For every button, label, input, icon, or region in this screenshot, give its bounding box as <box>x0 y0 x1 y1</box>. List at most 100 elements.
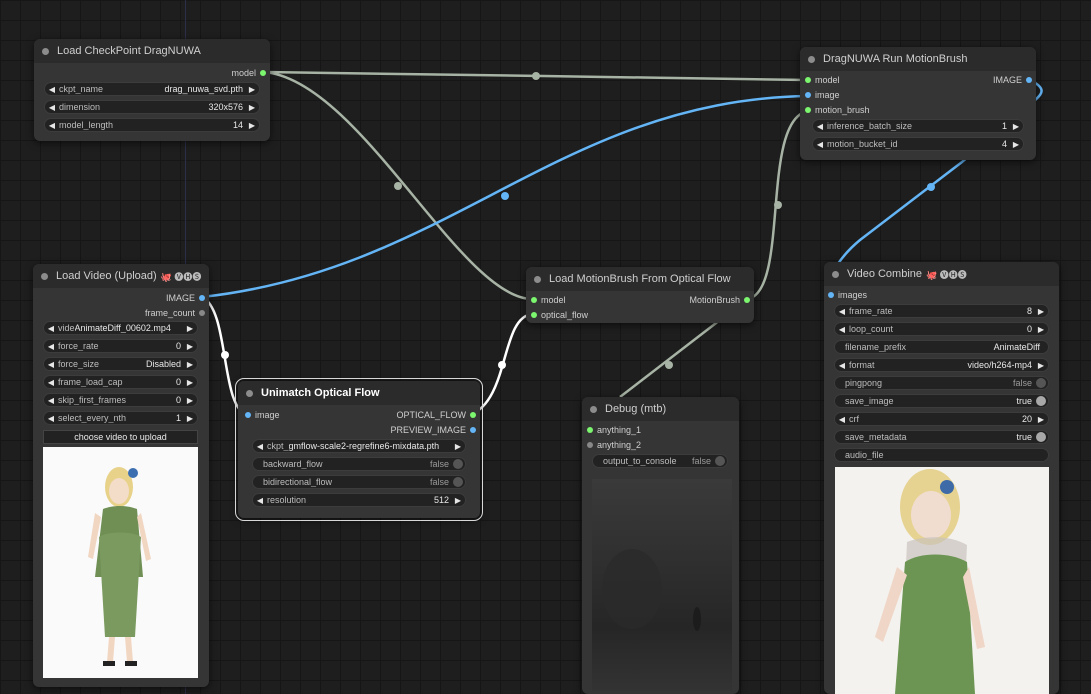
input-port-image[interactable] <box>245 412 251 418</box>
widget-loop-count[interactable]: ◀ loop_count 0 ▶ <box>834 322 1049 336</box>
widget-filename-prefix[interactable]: filename_prefix AnimateDiff <box>834 340 1049 354</box>
output-port-image[interactable] <box>199 295 205 301</box>
arrow-left-icon[interactable]: ◀ <box>45 85 59 94</box>
collapse-dot-icon[interactable] <box>42 47 49 55</box>
unimatch-node[interactable]: Unimatch Optical Flow image OPTICAL_FLOW… <box>235 378 483 521</box>
arrow-right-icon[interactable]: ▶ <box>1034 361 1048 370</box>
input-model[interactable]: model <box>541 293 566 307</box>
arrow-right-icon[interactable]: ▶ <box>245 121 259 130</box>
toggle-output-to-console[interactable]: output_to_console false <box>592 454 728 468</box>
widget-inference-batch-size[interactable]: ◀ inference_batch_size 1 ▶ <box>812 119 1024 133</box>
collapse-dot-icon[interactable] <box>808 55 815 63</box>
output-port-preview-image[interactable] <box>470 427 476 433</box>
input-port-optical-flow[interactable] <box>531 312 537 318</box>
output-port-model[interactable] <box>260 70 266 76</box>
arrow-right-icon[interactable]: ▶ <box>183 324 197 333</box>
arrow-right-icon[interactable]: ▶ <box>1034 415 1048 424</box>
node-header[interactable]: Video Combine 🐙 🅥🅗🅢 <box>824 262 1059 286</box>
output-model[interactable]: model <box>231 66 256 80</box>
arrow-left-icon[interactable]: ◀ <box>44 324 58 333</box>
arrow-left-icon[interactable]: ◀ <box>44 360 58 369</box>
input-image[interactable]: image <box>255 408 280 422</box>
widget-select-every-nth[interactable]: ◀ select_every_nth 1 ▶ <box>43 411 198 425</box>
widget-video[interactable]: ◀ vide AnimateDiff_00602.mp4 ▶ <box>43 321 198 335</box>
widget-crf[interactable]: ◀ crf 20 ▶ <box>834 412 1049 426</box>
node-header[interactable]: Load CheckPoint DragNUWA <box>34 39 270 63</box>
input-port-model[interactable] <box>805 77 811 83</box>
arrow-right-icon[interactable]: ▶ <box>1034 325 1048 334</box>
collapse-dot-icon[interactable] <box>41 272 48 280</box>
input-port-anything-2[interactable] <box>587 442 593 448</box>
input-port-image[interactable] <box>805 92 811 98</box>
arrow-right-icon[interactable]: ▶ <box>1034 307 1048 316</box>
arrow-left-icon[interactable]: ◀ <box>44 396 58 405</box>
arrow-right-icon[interactable]: ▶ <box>451 496 465 505</box>
output-port-image[interactable] <box>1026 77 1032 83</box>
drag-run-node[interactable]: DragNUWA Run MotionBrush model image mot… <box>800 47 1036 160</box>
arrow-right-icon[interactable]: ▶ <box>245 85 259 94</box>
video-combine-node[interactable]: Video Combine 🐙 🅥🅗🅢 images ◀ frame_rate … <box>824 262 1059 694</box>
arrow-right-icon[interactable]: ▶ <box>1009 140 1023 149</box>
output-preview-image[interactable]: PREVIEW_IMAGE <box>390 423 466 437</box>
arrow-left-icon[interactable]: ◀ <box>835 325 849 334</box>
arrow-left-icon[interactable]: ◀ <box>44 414 58 423</box>
widget-audio-file[interactable]: audio_file <box>834 448 1049 462</box>
widget-format[interactable]: ◀ format video/h264-mp4 ▶ <box>834 358 1049 372</box>
widget-ckpt-name[interactable]: ◀ ckpt_name drag_nuwa_svd.pth ▶ <box>44 82 260 96</box>
load-motionbrush-node[interactable]: Load MotionBrush From Optical Flow model… <box>526 267 754 323</box>
output-motionbrush[interactable]: MotionBrush <box>689 293 740 307</box>
collapse-dot-icon[interactable] <box>590 405 597 413</box>
output-optical-flow[interactable]: OPTICAL_FLOW <box>396 408 466 422</box>
arrow-right-icon[interactable]: ▶ <box>183 360 197 369</box>
debug-node[interactable]: Debug (mtb) anything_1 anything_2 output… <box>582 397 739 694</box>
input-model[interactable]: model <box>815 73 840 87</box>
arrow-left-icon[interactable]: ◀ <box>835 361 849 370</box>
toggle-save-image[interactable]: save_image true <box>834 394 1049 408</box>
toggle-knob-icon[interactable] <box>453 477 463 487</box>
input-motion-brush[interactable]: motion_brush <box>815 103 870 117</box>
toggle-backward-flow[interactable]: backward_flow false <box>252 457 466 471</box>
arrow-left-icon[interactable]: ◀ <box>813 140 827 149</box>
input-image[interactable]: image <box>815 88 840 102</box>
collapse-dot-icon[interactable] <box>246 389 253 397</box>
output-port-optical-flow[interactable] <box>470 412 476 418</box>
toggle-pingpong[interactable]: pingpong false <box>834 376 1049 390</box>
input-anything-2[interactable]: anything_2 <box>597 438 641 452</box>
widget-motion-bucket-id[interactable]: ◀ motion_bucket_id 4 ▶ <box>812 137 1024 151</box>
toggle-knob-icon[interactable] <box>1036 396 1046 406</box>
arrow-right-icon[interactable]: ▶ <box>183 342 197 351</box>
output-port-motionbrush[interactable] <box>744 297 750 303</box>
input-port-model[interactable] <box>531 297 537 303</box>
arrow-left-icon[interactable]: ◀ <box>44 342 58 351</box>
widget-resolution[interactable]: ◀ resolution 512 ▶ <box>252 493 466 507</box>
widget-force-rate[interactable]: ◀ force_rate 0 ▶ <box>43 339 198 353</box>
input-images[interactable]: images <box>838 288 867 302</box>
arrow-right-icon[interactable]: ▶ <box>183 396 197 405</box>
load-checkpoint-node[interactable]: Load CheckPoint DragNUWA model ◀ ckpt_na… <box>34 39 270 141</box>
output-port-frame-count[interactable] <box>199 310 205 316</box>
arrow-left-icon[interactable]: ◀ <box>253 496 267 505</box>
toggle-save-metadata[interactable]: save_metadata true <box>834 430 1049 444</box>
node-header[interactable]: Unimatch Optical Flow <box>238 381 480 405</box>
arrow-left-icon[interactable]: ◀ <box>813 122 827 131</box>
arrow-left-icon[interactable]: ◀ <box>44 378 58 387</box>
input-port-images[interactable] <box>828 292 834 298</box>
choose-video-button[interactable]: choose video to upload <box>43 430 198 444</box>
arrow-right-icon[interactable]: ▶ <box>245 103 259 112</box>
input-optical-flow[interactable]: optical_flow <box>541 308 588 322</box>
arrow-right-icon[interactable]: ▶ <box>183 378 197 387</box>
arrow-right-icon[interactable]: ▶ <box>451 442 465 451</box>
collapse-dot-icon[interactable] <box>832 270 839 278</box>
widget-skip-first-frames[interactable]: ◀ skip_first_frames 0 ▶ <box>43 393 198 407</box>
input-anything-1[interactable]: anything_1 <box>597 423 641 437</box>
toggle-knob-icon[interactable] <box>1036 378 1046 388</box>
load-video-node[interactable]: Load Video (Upload) 🐙 🅥🅗🅢 IMAGE frame_co… <box>33 264 209 687</box>
toggle-bidirectional-flow[interactable]: bidirectional_flow false <box>252 475 466 489</box>
arrow-left-icon[interactable]: ◀ <box>45 121 59 130</box>
input-port-motion-brush[interactable] <box>805 107 811 113</box>
widget-model-length[interactable]: ◀ model_length 14 ▶ <box>44 118 260 132</box>
arrow-left-icon[interactable]: ◀ <box>835 415 849 424</box>
widget-force-size[interactable]: ◀ force_size Disabled ▶ <box>43 357 198 371</box>
arrow-right-icon[interactable]: ▶ <box>1009 122 1023 131</box>
node-header[interactable]: Load Video (Upload) 🐙 🅥🅗🅢 <box>33 264 209 288</box>
